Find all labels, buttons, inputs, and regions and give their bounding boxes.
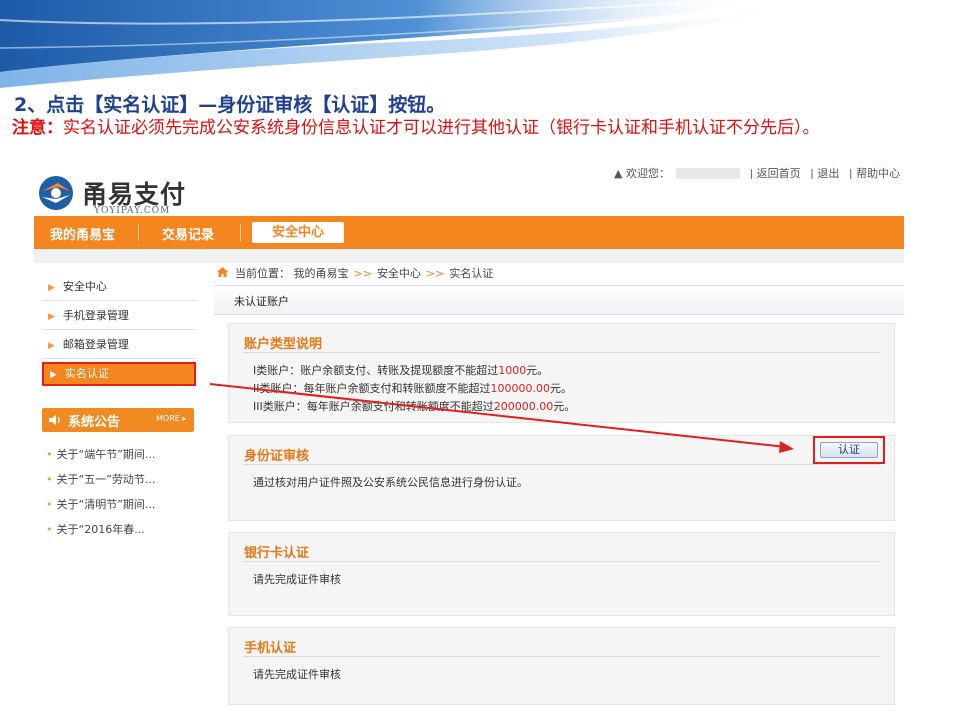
verify-button-highlight: 认证 (813, 436, 885, 464)
account-type-title: 账户类型说明 (244, 337, 323, 352)
limit-amount: 100000.00 (490, 382, 551, 395)
account-type-line-3: III类账户：每年账户余额支付和转账额度不能超过200000.00元。 (253, 400, 576, 413)
divider (243, 656, 880, 657)
sidebar-item-real-name[interactable]: ▶ 实名认证 (42, 362, 196, 386)
chevron-right-icon: ▶ (50, 370, 57, 380)
phone-verification-desc: 请先完成证件审核 (253, 668, 341, 681)
divider (243, 464, 880, 465)
slide-note: 注意：实名认证必须先完成公安系统身份信息认证才可以进行其他认证（银行卡认证和手机… (12, 118, 942, 139)
phone-verification-panel: 手机认证 请先完成证件审核 (228, 627, 895, 705)
sidebar-item-label: 邮箱登录管理 (62, 338, 129, 351)
home-link[interactable]: | 返回首页 (749, 167, 800, 179)
sidebar-item-email-login[interactable]: ▶ 邮箱登录管理 (42, 331, 196, 359)
username-blurred (675, 168, 740, 179)
notice-item[interactable]: • 关于“清明节”期间... (46, 496, 196, 512)
nav-divider (240, 224, 241, 241)
sidebar-item-label: 手机登录管理 (62, 309, 129, 322)
top-links: ▲ 欢迎您： | 返回首页 | 退出 | 帮助中心 (614, 165, 904, 179)
notice-header: 系统公告 MORE ▸ (42, 408, 194, 432)
id-verification-panel: 身份证审核 通过核对用户证件照及公安系统公民信息进行身份认证。 (228, 435, 895, 521)
note-text: 实名认证必须先完成公安系统身份信息认证才可以进行其他认证（银行卡认证和手机认证不… (63, 118, 820, 138)
bank-card-title: 银行卡认证 (244, 546, 310, 561)
speaker-icon (49, 415, 60, 425)
id-verification-desc: 通过核对用户证件照及公安系统公民信息进行身份认证。 (253, 476, 528, 489)
nav-underbar (34, 249, 904, 263)
home-icon (217, 267, 228, 277)
logout-link[interactable]: | 退出 (810, 167, 839, 179)
limit-amount: 200000.00 (493, 400, 554, 413)
account-status-text: 未认证账户 (234, 295, 289, 308)
note-label: 注意： (12, 118, 63, 138)
chevron-right-icon: ▶ (48, 283, 55, 293)
logo-icon (39, 176, 73, 210)
nav-security-center[interactable]: 安全中心 (252, 222, 344, 243)
nav-transactions[interactable]: 交易记录 (162, 224, 214, 243)
sidebar-item-label: 实名认证 (64, 367, 109, 380)
chevron-right-icon: ▶ (48, 341, 55, 351)
sidebar-item-security-center[interactable]: ▶ 安全中心 (42, 273, 196, 301)
bank-card-panel: 银行卡认证 请先完成证件审核 (228, 532, 895, 616)
account-type-panel: 账户类型说明 I类账户：账户余额支付、转账及提现额度不能超过1000元。 II类… (228, 323, 895, 423)
account-status-header: 未认证账户 (214, 285, 904, 315)
id-verification-title: 身份证审核 (244, 449, 310, 464)
divider (243, 561, 880, 562)
breadcrumb-security-center[interactable]: 安全中心 (377, 267, 421, 280)
verify-button[interactable]: 认证 (820, 442, 878, 458)
breadcrumb: 当前位置： 我的甬易宝 >> 安全中心 >> 实名认证 (216, 265, 493, 281)
bank-card-desc: 请先完成证件审核 (253, 573, 341, 586)
chevron-right-icon: ▶ (48, 312, 55, 322)
limit-amount: 1000 (498, 364, 527, 377)
breadcrumb-my-account[interactable]: 我的甬易宝 (294, 267, 349, 280)
main-nav: 我的甬易宝 交易记录 安全中心 (34, 216, 904, 249)
website-screenshot: 甬易支付 YOYIPAY.COM ▲ 欢迎您： | 返回首页 | 退出 | 帮助… (34, 165, 904, 705)
help-link[interactable]: | 帮助中心 (849, 167, 900, 179)
account-type-line-2: II类账户：每年账户余额支付和转账额度不能超过100000.00元。 (253, 382, 572, 395)
site-logo[interactable]: 甬易支付 YOYIPAY.COM (36, 173, 216, 216)
notice-item-label: 关于“端午节”期间... (56, 448, 156, 461)
notice-more-link[interactable]: MORE ▸ (156, 414, 186, 423)
nav-my-account[interactable]: 我的甬易宝 (50, 224, 115, 243)
breadcrumb-label: 当前位置： (235, 267, 290, 280)
sidebar-item-label: 安全中心 (62, 280, 107, 293)
slide-header-decoration (0, 0, 800, 88)
breadcrumb-separator: >> (425, 267, 445, 280)
logo-subtext: YOYIPAY.COM (94, 206, 171, 216)
slide-title: 2、点击【实名认证】—身份证审核【认证】按钮。 (14, 94, 446, 116)
breadcrumb-real-name: 实名认证 (449, 267, 494, 280)
notice-item-label: 关于“清明节”期间... (56, 498, 156, 511)
notice-item[interactable]: • 关于“五一”劳动节... (46, 471, 196, 487)
notice-title: 系统公告 (68, 415, 121, 430)
notice-item[interactable]: • 关于“2016年春... (46, 521, 196, 537)
nav-divider (138, 224, 139, 241)
notice-item-label: 关于“2016年春... (56, 523, 145, 536)
notice-item[interactable]: • 关于“端午节”期间... (46, 446, 196, 462)
phone-verification-title: 手机认证 (244, 641, 297, 656)
sidebar-item-phone-login[interactable]: ▶ 手机登录管理 (42, 302, 196, 330)
welcome-text: ▲ 欢迎您： (614, 167, 670, 179)
account-type-line-1: I类账户：账户余额支付、转账及提现额度不能超过1000元。 (253, 364, 549, 377)
divider (243, 352, 880, 353)
breadcrumb-separator: >> (353, 267, 372, 280)
notice-item-label: 关于“五一”劳动节... (56, 473, 156, 486)
